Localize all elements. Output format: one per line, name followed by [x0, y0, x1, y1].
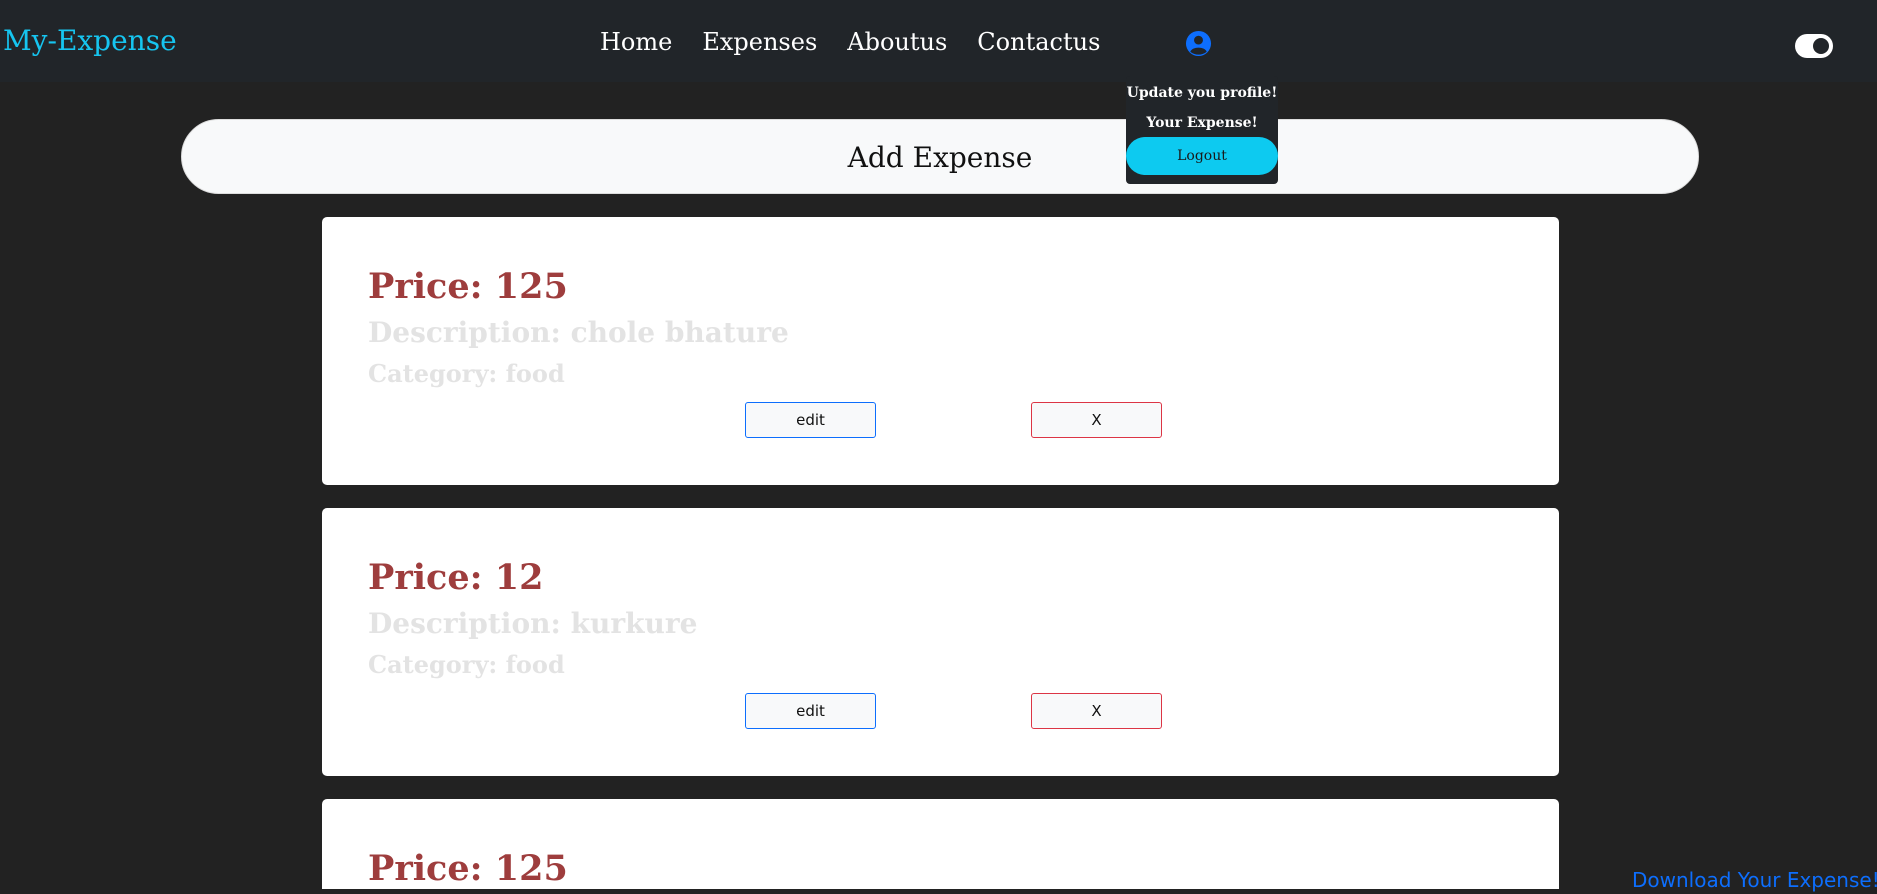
add-expense-button[interactable]: Add Expense — [181, 119, 1699, 194]
logout-button[interactable]: Logout — [1126, 137, 1278, 175]
update-profile-item[interactable]: Update you profile! — [1126, 83, 1278, 103]
nav-links: Home Expenses Aboutus Contactus — [600, 24, 1100, 60]
brand-link[interactable]: My-Expense — [3, 22, 177, 60]
expense-description: Description: kurkure — [368, 607, 698, 640]
delete-button[interactable]: X — [1031, 693, 1162, 729]
toggle-icon — [1813, 38, 1829, 54]
nav-home-link[interactable]: Home — [600, 24, 672, 60]
edit-button[interactable]: edit — [745, 402, 876, 438]
theme-toggle[interactable] — [1795, 34, 1833, 58]
download-expense-link[interactable]: Download Your Expense! — [1632, 866, 1877, 894]
profile-dropdown: Update you profile! Your Expense! Logout — [1126, 76, 1278, 184]
delete-button[interactable]: X — [1031, 402, 1162, 438]
user-profile-icon[interactable] — [1185, 30, 1212, 57]
expense-price: Price: 125 — [368, 848, 568, 889]
your-expense-item[interactable]: Your Expense! — [1126, 113, 1278, 133]
expense-category: Category: food — [368, 650, 565, 679]
expense-description: Description: chole bhature — [368, 316, 789, 349]
edit-button[interactable]: edit — [745, 693, 876, 729]
nav-aboutus-link[interactable]: Aboutus — [847, 24, 947, 60]
expense-price: Price: 125 — [368, 266, 568, 307]
nav-expenses-link[interactable]: Expenses — [702, 24, 817, 60]
expense-card: Price: 12 Description: kurkure Category:… — [322, 508, 1559, 776]
expense-card: Price: 125 — [322, 799, 1559, 889]
expense-price: Price: 12 — [368, 557, 544, 598]
navbar: My-Expense Home Expenses Aboutus Contact… — [0, 0, 1877, 82]
nav-contactus-link[interactable]: Contactus — [977, 24, 1100, 60]
expense-category: Category: food — [368, 359, 565, 388]
expense-card: Price: 125 Description: chole bhature Ca… — [322, 217, 1559, 485]
